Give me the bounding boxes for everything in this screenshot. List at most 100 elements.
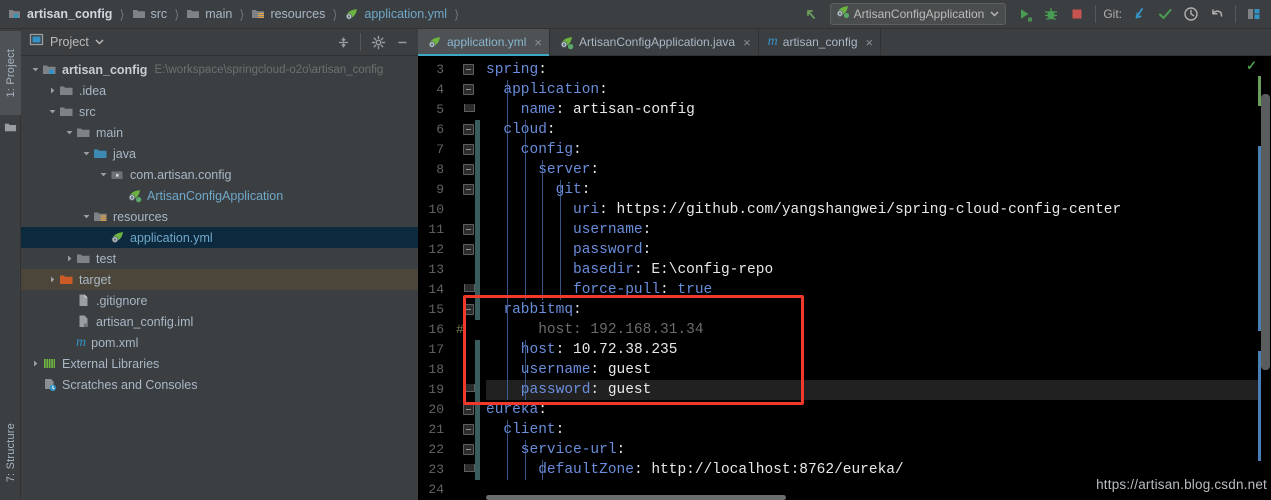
code-line[interactable]: force-pull: true <box>486 280 1271 300</box>
code-line[interactable]: username: <box>486 220 1271 240</box>
project-structure-icon[interactable] <box>1241 0 1267 29</box>
tree-node-idea[interactable]: .idea <box>21 80 418 101</box>
tree-node-artisan-config[interactable]: artisan_configE:\workspace\springcloud-o… <box>21 59 418 80</box>
stop-icon[interactable] <box>1064 0 1090 29</box>
stripe-button-structure[interactable]: 7: Structure <box>0 410 21 496</box>
scrollbar-thumb[interactable] <box>1261 94 1270 370</box>
chevron-down-icon[interactable] <box>46 107 59 116</box>
code-fold-toggle[interactable] <box>463 184 474 195</box>
code-line[interactable]: cloud: <box>486 120 1271 140</box>
chevron-down-icon[interactable] <box>97 170 110 179</box>
code-fold-toggle[interactable] <box>463 84 474 95</box>
tree-node-label: artisan_config.iml <box>96 315 193 329</box>
code-line[interactable]: application: <box>486 80 1271 100</box>
code-line[interactable]: password: <box>486 240 1271 260</box>
tree-node-pom-xml[interactable]: mpom.xml <box>21 332 418 353</box>
code-line[interactable]: spring: <box>486 60 1271 80</box>
chevron-down-icon[interactable] <box>29 65 42 74</box>
history-clock-icon[interactable] <box>1178 0 1204 29</box>
breadcrumb-item-main[interactable]: main <box>186 0 232 29</box>
code-line[interactable]: host: 192.168.31.34 <box>486 320 1271 340</box>
stripe-button-project[interactable]: 1: Project <box>0 31 21 115</box>
code-fold-toggle[interactable] <box>463 384 474 393</box>
run-configuration-selector[interactable]: ArtisanConfigApplication <box>830 3 1007 25</box>
code-line[interactable]: config: <box>486 140 1271 160</box>
chevron-down-icon[interactable] <box>63 128 76 137</box>
code-fold-toggle[interactable] <box>463 64 474 75</box>
gear-icon[interactable] <box>366 30 390 54</box>
chevron-down-icon[interactable] <box>95 33 104 51</box>
scrollbar-thumb[interactable] <box>486 495 786 500</box>
code-line[interactable]: rabbitmq: <box>486 300 1271 320</box>
code-line[interactable]: username: guest <box>486 360 1271 380</box>
update-project-icon[interactable] <box>1126 0 1152 29</box>
code-fold-toggle[interactable] <box>463 304 474 315</box>
code-fold-toggle[interactable] <box>463 284 474 293</box>
tree-node-label: resources <box>113 210 168 224</box>
code-fold-toggle[interactable] <box>463 464 474 473</box>
editor-gutter[interactable]: 345678910111213141516#171819202122232425 <box>418 56 486 500</box>
code-line[interactable]: eureka: <box>486 400 1271 420</box>
tree-node-main[interactable]: main <box>21 122 418 143</box>
code-fold-toggle[interactable] <box>463 164 474 175</box>
chevron-right-icon[interactable] <box>29 359 42 368</box>
code-fold-toggle[interactable] <box>463 124 474 135</box>
chevron-down-icon <box>990 5 999 23</box>
marker-scrollbar[interactable]: ✓ <box>1258 56 1271 500</box>
code-fold-toggle[interactable] <box>463 224 474 235</box>
run-icon[interactable] <box>1012 0 1038 29</box>
code-line[interactable]: name: artisan-config <box>486 100 1271 120</box>
chevron-down-icon[interactable] <box>80 212 93 221</box>
close-icon[interactable]: × <box>866 36 874 49</box>
stripe-structure-label: 7: Structure <box>5 423 17 482</box>
rollback-undo-icon[interactable] <box>1204 0 1230 29</box>
breadcrumb-item-resources[interactable]: resources <box>251 0 325 29</box>
tree-node-artisanconfigapplication[interactable]: ArtisanConfigApplication <box>21 185 418 206</box>
code-fold-toggle[interactable] <box>463 144 474 155</box>
close-icon[interactable]: × <box>743 36 751 49</box>
tree-node-test[interactable]: test <box>21 248 418 269</box>
editor-tab-artisanconfigapplication-java[interactable]: ArtisanConfigApplication.java× <box>550 29 759 55</box>
chevron-right-icon[interactable] <box>46 275 59 284</box>
tree-node-resources[interactable]: resources <box>21 206 418 227</box>
code-line[interactable]: host: 10.72.38.235 <box>486 340 1271 360</box>
code-line[interactable]: service-url: <box>486 440 1271 460</box>
tree-node-gitignore[interactable]: .gitignore <box>21 290 418 311</box>
tree-node-scratches-and-consoles[interactable]: Scratches and Consoles <box>21 374 418 395</box>
code-content[interactable]: spring: application: name: artisan-confi… <box>486 56 1271 500</box>
tree-node-application-yml[interactable]: application.yml <box>21 227 418 248</box>
tree-node-artisan-config-iml[interactable]: artisan_config.iml <box>21 311 418 332</box>
tree-node-target[interactable]: target <box>21 269 418 290</box>
commit-checkmark-icon[interactable] <box>1152 0 1178 29</box>
code-line[interactable]: password: guest <box>486 380 1271 400</box>
code-line[interactable]: git: <box>486 180 1271 200</box>
breadcrumb-item-project[interactable]: artisan_config <box>8 0 112 29</box>
code-fold-toggle[interactable] <box>463 104 474 113</box>
code-editor[interactable]: 345678910111213141516#171819202122232425… <box>418 56 1271 500</box>
code-line[interactable]: basedir: E:\config-repo <box>486 260 1271 280</box>
code-fold-toggle[interactable] <box>463 244 474 255</box>
chevron-right-icon[interactable] <box>63 254 76 263</box>
tree-node-java[interactable]: java <box>21 143 418 164</box>
code-line[interactable]: client: <box>486 420 1271 440</box>
tree-node-src[interactable]: src <box>21 101 418 122</box>
debug-icon[interactable] <box>1038 0 1064 29</box>
tree-node-com-artisan-config[interactable]: com.artisan.config <box>21 164 418 185</box>
tree-node-external-libraries[interactable]: External Libraries <box>21 353 418 374</box>
chevron-right-icon[interactable] <box>46 86 59 95</box>
code-fold-toggle[interactable] <box>463 404 474 415</box>
code-fold-toggle[interactable] <box>463 444 474 455</box>
editor-tab-artisan-config[interactable]: martisan_config× <box>759 29 881 55</box>
close-icon[interactable]: × <box>534 36 542 49</box>
code-line[interactable]: server: <box>486 160 1271 180</box>
breadcrumb-item-src[interactable]: src <box>132 0 168 29</box>
project-tree[interactable]: artisan_configE:\workspace\springcloud-o… <box>21 56 418 499</box>
breadcrumb-item-file[interactable]: application.yml <box>344 0 447 29</box>
code-fold-toggle[interactable] <box>463 424 474 435</box>
collapse-all-icon[interactable] <box>331 30 355 54</box>
minimize-icon[interactable] <box>390 30 414 54</box>
editor-tab-application-yml[interactable]: application.yml× <box>418 29 550 55</box>
code-line[interactable]: uri: https://github.com/yangshangwei/spr… <box>486 200 1271 220</box>
arrow-up-left-icon[interactable] <box>798 0 824 29</box>
chevron-down-icon[interactable] <box>80 149 93 158</box>
